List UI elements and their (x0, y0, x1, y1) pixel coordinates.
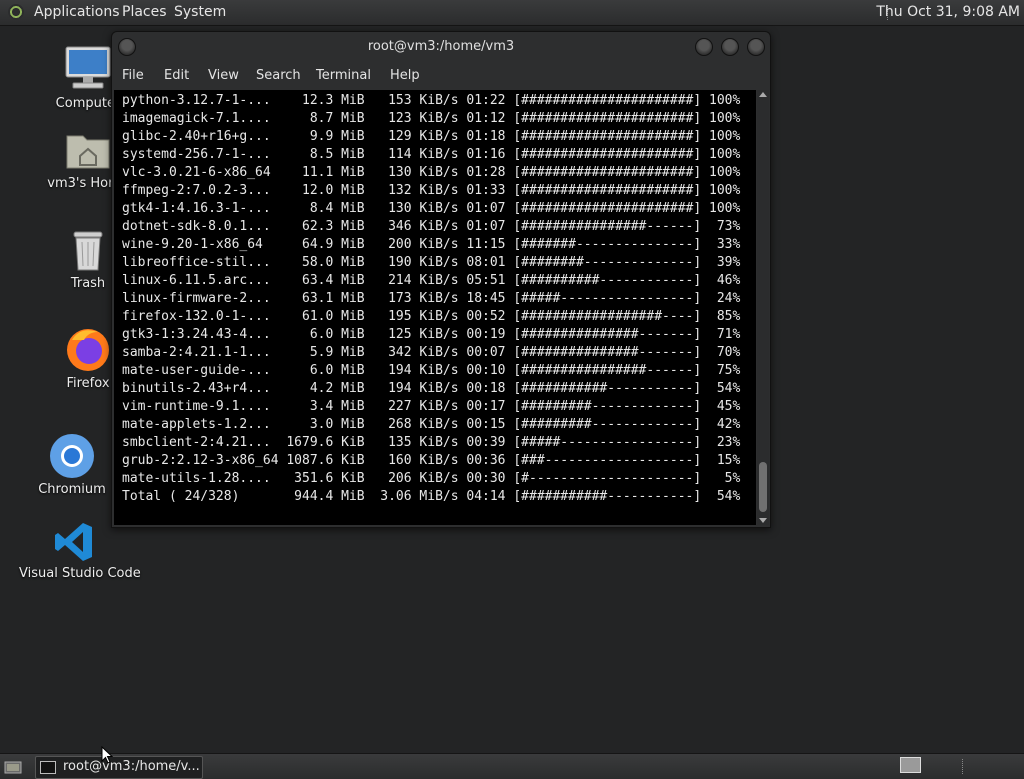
terminal-line: vlc-3.0.21-6-x86_64 11.1 MiB 130 KiB/s 0… (122, 165, 741, 180)
scrollbar[interactable] (757, 90, 769, 525)
terminal-line: imagemagick-7.1.... 8.7 MiB 123 KiB/s 01… (122, 111, 741, 126)
menu-file[interactable]: File (122, 68, 144, 83)
menu-help[interactable]: Help (390, 68, 420, 83)
terminal-line: mate-user-guide-... 6.0 MiB 194 KiB/s 00… (122, 363, 741, 378)
taskbar-terminal-button[interactable]: root@vm3:/home/v... (35, 756, 203, 779)
scrollbar-thumb[interactable] (759, 462, 767, 512)
terminal-line: smbclient-2:4.21... 1679.6 KiB 135 KiB/s… (122, 435, 741, 450)
menu-edit[interactable]: Edit (164, 68, 189, 83)
menu-view[interactable]: View (208, 68, 239, 83)
terminal-line: libreoffice-stil... 58.0 MiB 190 KiB/s 0… (122, 255, 741, 270)
terminal-line: linux-6.11.5.arc... 63.4 MiB 214 KiB/s 0… (122, 273, 741, 288)
terminal-line: wine-9.20-1-x86_64 64.9 MiB 200 KiB/s 11… (122, 237, 741, 252)
trash-icon (66, 228, 110, 274)
window-title: root@vm3:/home/vm3 (367, 39, 515, 54)
terminal-line: ffmpeg-2:7.0.2-3... 12.0 MiB 132 KiB/s 0… (122, 183, 741, 198)
firefox-icon (64, 326, 112, 374)
terminal-line: Total ( 24/328) 944.4 MiB 3.06 MiB/s 04:… (122, 489, 741, 504)
terminal-line: gtk3-1:3.24.43-4... 6.0 MiB 125 KiB/s 00… (122, 327, 741, 342)
terminal-line: grub-2:2.12-3-x86_64 1087.6 KiB 160 KiB/… (122, 453, 741, 468)
chromium-icon (48, 432, 96, 480)
terminal-line: mate-utils-1.28.... 351.6 KiB 206 KiB/s … (122, 471, 741, 486)
terminal-line: python-3.12.7-1-... 12.3 MiB 153 KiB/s 0… (122, 93, 741, 108)
terminal-line: mate-applets-1.2... 3.0 MiB 268 KiB/s 00… (122, 417, 741, 432)
maximize-button[interactable] (721, 38, 739, 56)
desktop-icon-vscode[interactable]: Visual Studio Code (19, 520, 141, 581)
panel-separator (962, 759, 964, 774)
terminal-line: gtk4-1:4.16.3-1-... 8.4 MiB 130 KiB/s 01… (122, 201, 741, 216)
menu-search[interactable]: Search (256, 68, 301, 83)
terminal-line: systemd-256.7-1-... 8.5 MiB 114 KiB/s 01… (122, 147, 741, 162)
terminal-icon (40, 761, 56, 774)
terminal-line: glibc-2.40+r16+g... 9.9 MiB 129 KiB/s 01… (122, 129, 741, 144)
terminal-line: linux-firmware-2... 63.1 MiB 173 KiB/s 1… (122, 291, 741, 306)
menu-terminal[interactable]: Terminal (316, 68, 371, 83)
computer-icon (63, 44, 113, 94)
terminal-line: samba-2:4.21.1-1... 5.9 MiB 342 KiB/s 00… (122, 345, 741, 360)
scroll-down-arrow-icon[interactable] (759, 518, 767, 523)
system-menu[interactable]: System (174, 4, 226, 20)
mate-logo-icon[interactable] (8, 4, 24, 20)
close-button[interactable] (747, 38, 765, 56)
applications-menu[interactable]: Applications (34, 4, 120, 20)
scroll-up-arrow-icon[interactable] (759, 92, 767, 97)
terminal-window[interactable]: root@vm3:/home/vm3 File Edit View Search… (111, 31, 771, 528)
title-bar[interactable]: root@vm3:/home/vm3 (112, 32, 770, 62)
top-panel: Applications Places System Thu Oct 31, 9… (0, 0, 1024, 26)
minimize-button[interactable] (695, 38, 713, 56)
terminal-line: vim-runtime-9.1.... 3.4 MiB 227 KiB/s 00… (122, 399, 741, 414)
clock[interactable]: Thu Oct 31, 9:08 AM (876, 4, 1020, 20)
mouse-cursor-icon (101, 746, 113, 764)
taskbar-button-label: root@vm3:/home/v... (63, 759, 200, 774)
terminal-line: firefox-132.0-1-... 61.0 MiB 195 KiB/s 0… (122, 309, 741, 324)
bottom-panel: root@vm3:/home/v... (0, 753, 1024, 779)
vscode-icon (52, 520, 96, 564)
terminal-line: binutils-2.43+r4... 4.2 MiB 194 KiB/s 00… (122, 381, 741, 396)
terminal-output[interactable]: python-3.12.7-1-... 12.3 MiB 153 KiB/s 0… (114, 90, 756, 525)
show-desktop-icon[interactable] (4, 759, 22, 774)
places-menu[interactable]: Places (122, 4, 167, 20)
workspace-switcher[interactable] (900, 757, 921, 773)
home-folder-icon (64, 126, 112, 174)
terminal-text: python-3.12.7-1-... 12.3 MiB 153 KiB/s 0… (122, 92, 740, 506)
desktop-icon-label: Visual Studio Code (19, 566, 141, 581)
terminal-menubar: File Edit View Search Terminal Help (112, 65, 770, 87)
terminal-line: dotnet-sdk-8.0.1... 62.3 MiB 346 KiB/s 0… (122, 219, 741, 234)
